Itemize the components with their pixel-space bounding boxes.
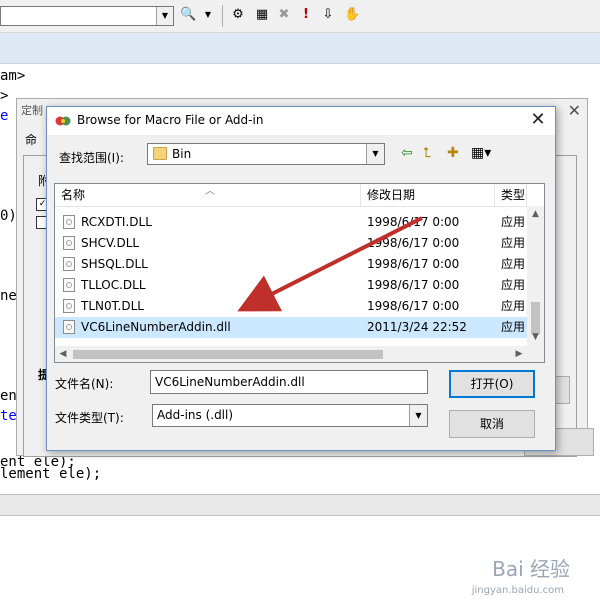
folder-icon: [153, 147, 167, 160]
execute-icon[interactable]: !: [298, 7, 314, 23]
dialog-title: Browse for Macro File or Add-in: [77, 113, 264, 127]
cancel-button[interactable]: 取消: [449, 410, 535, 438]
look-in-label: 查找范围(I):: [59, 151, 124, 165]
code-line: ne: [0, 288, 17, 304]
file-type: 应用: [501, 236, 526, 250]
file-name: VC6LineNumberAddin.dll: [81, 320, 231, 334]
file-row[interactable]: SHCV.DLL 1998/6/17 0:00 应用: [55, 233, 527, 254]
compile-icon[interactable]: ⚙: [230, 7, 246, 23]
breakpoint-hand-icon[interactable]: ✋: [344, 7, 360, 23]
file-type: 应用: [501, 299, 526, 313]
filetype-combo[interactable]: Add-ins (.dll) ▼: [152, 404, 428, 427]
file-modified: 1998/6/17 0:00: [367, 299, 460, 313]
file-row[interactable]: TLN0T.DLL 1998/6/17 0:00 应用: [55, 296, 527, 317]
code-line: en: [0, 388, 17, 404]
column-header-modified[interactable]: 修改日期: [361, 184, 495, 206]
back-arrow-icon[interactable]: ⇦: [401, 145, 413, 161]
file-row[interactable]: RCXDTI.DLL 1998/6/17 0:00 应用: [55, 212, 527, 233]
build-icon[interactable]: ▦: [254, 7, 270, 23]
filename-label: 文件名(N):: [55, 377, 114, 391]
file-type: 应用: [501, 320, 526, 334]
file-name: SHCV.DLL: [81, 236, 140, 250]
scroll-down-icon[interactable]: ▼: [527, 329, 544, 346]
scroll-left-icon[interactable]: ◀: [55, 346, 71, 362]
code-line: lement ele);: [0, 466, 102, 482]
code-line: am>: [0, 68, 26, 84]
file-modified: 1998/6/17 0:00: [367, 257, 460, 271]
dll-file-icon: [63, 278, 75, 292]
dll-file-icon: [63, 320, 75, 334]
watermark-url: jingyan.baidu.com: [471, 585, 564, 596]
up-folder-icon[interactable]: ⮤: [423, 145, 431, 161]
chevron-down-icon[interactable]: ▼: [156, 7, 173, 25]
ide-toolbar: ▼ 🔍 ▼ ⚙ ▦ ✖ ! ⇩ ✋: [0, 0, 600, 33]
file-row-selected[interactable]: VC6LineNumberAddin.dll 2011/3/24 22:52 应…: [55, 317, 527, 338]
browse-dialog: Browse for Macro File or Add-in ✕ 查找范围(I…: [46, 106, 556, 451]
chevron-down-icon[interactable]: ▼: [409, 405, 427, 426]
close-icon[interactable]: ✕: [568, 101, 581, 120]
scroll-thumb[interactable]: [73, 350, 383, 359]
customize-tab[interactable]: 命: [25, 131, 45, 151]
vertical-scrollbar[interactable]: ▲ ▼: [527, 206, 544, 346]
horizontal-scrollbar[interactable]: ◀ ▶: [55, 346, 527, 362]
chevron-down-icon[interactable]: ▼: [366, 144, 384, 164]
close-icon[interactable]: ✕: [527, 109, 549, 131]
chevron-down-icon[interactable]: ▼: [200, 7, 216, 23]
column-header-type[interactable]: 类型: [495, 184, 527, 206]
file-modified: 2011/3/24 22:52: [367, 320, 467, 334]
app-icon: [55, 116, 71, 126]
file-type: 应用: [501, 257, 526, 271]
new-folder-icon[interactable]: ✚: [447, 145, 459, 161]
go-icon[interactable]: ⇩: [320, 7, 336, 23]
file-modified: 1998/6/17 0:00: [367, 236, 460, 250]
class-wizard-icon[interactable]: 🔍: [180, 7, 196, 23]
dll-file-icon: [63, 215, 75, 229]
view-menu-icon[interactable]: ▦▾: [471, 145, 491, 161]
dll-file-icon: [63, 299, 75, 313]
stop-build-icon[interactable]: ✖: [276, 7, 292, 23]
file-list-header: 名称 ︿ 修改日期 类型: [55, 184, 544, 207]
dialog-titlebar: Browse for Macro File or Add-in ✕: [47, 107, 555, 135]
file-name: TLN0T.DLL: [81, 299, 144, 313]
editor-status-strip: [0, 494, 600, 516]
file-type: 应用: [501, 278, 526, 292]
dll-file-icon: [63, 236, 75, 250]
filetype-label: 文件类型(T):: [55, 411, 124, 425]
look-in-value: Bin: [172, 147, 192, 161]
code-line: 0): [0, 208, 17, 224]
scroll-up-icon[interactable]: ▲: [527, 206, 544, 223]
code-line: te: [0, 408, 17, 424]
toolbar-combo[interactable]: ▼: [0, 6, 174, 26]
toolbar-separator: [222, 5, 223, 27]
file-name: SHSQL.DLL: [81, 257, 148, 271]
code-line: >: [0, 88, 9, 104]
file-name: TLLOC.DLL: [81, 278, 146, 292]
filename-input[interactable]: VC6LineNumberAddin.dll: [150, 370, 428, 394]
file-modified: 1998/6/17 0:00: [367, 215, 460, 229]
watermark-brand: Bai 经验: [492, 557, 570, 581]
sort-up-icon: ︿: [205, 186, 215, 197]
dll-file-icon: [63, 257, 75, 271]
file-modified: 1998/6/17 0:00: [367, 278, 460, 292]
open-button[interactable]: 打开(O): [449, 370, 535, 398]
file-name: RCXDTI.DLL: [81, 215, 152, 229]
lower-pane: Bai 经验 jingyan.baidu.com: [0, 516, 600, 600]
editor-tab-band: [0, 33, 600, 64]
file-type: 应用: [501, 215, 526, 229]
file-list[interactable]: 名称 ︿ 修改日期 类型 RCXDTI.DLL 1998/6/17 0:00 应…: [54, 183, 545, 363]
file-row[interactable]: TLLOC.DLL 1998/6/17 0:00 应用: [55, 275, 527, 296]
look-in-combo[interactable]: Bin ▼: [147, 143, 385, 165]
scroll-right-icon[interactable]: ▶: [511, 346, 527, 362]
file-row[interactable]: SHSQL.DLL 1998/6/17 0:00 应用: [55, 254, 527, 275]
filetype-value: Add-ins (.dll): [157, 408, 234, 422]
scrollbar-corner: [527, 346, 544, 362]
